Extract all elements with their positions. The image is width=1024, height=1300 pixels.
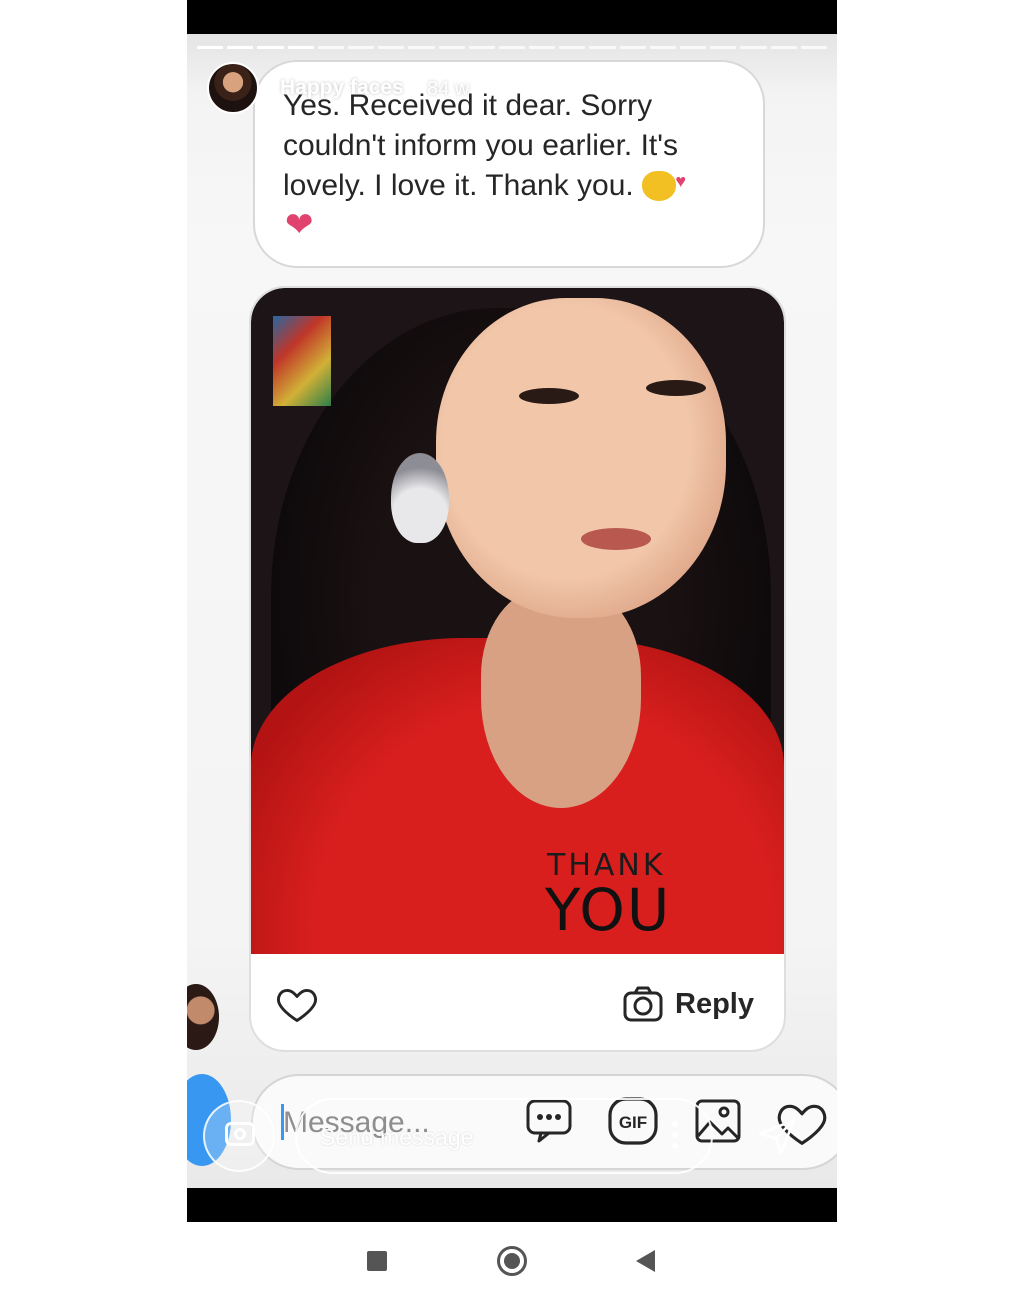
shared-photo[interactable]: THANK YOU — [251, 288, 784, 954]
you-overlay-text: YOU — [545, 876, 672, 944]
camera-icon — [623, 986, 663, 1022]
recents-button[interactable] — [367, 1251, 387, 1271]
story-username[interactable]: Happy faces — [280, 76, 404, 100]
photo-wall-art — [273, 316, 331, 406]
story-viewer[interactable]: Yes. Received it dear. Sorry couldn't in… — [187, 34, 837, 1188]
sender-avatar-small[interactable] — [187, 984, 219, 1050]
send-message-placeholder: Send message — [320, 1124, 474, 1150]
progress-segment — [438, 46, 465, 49]
reply-button[interactable]: Reply — [623, 982, 754, 1026]
progress-segment — [619, 46, 646, 49]
message-text: Yes. Received it dear. Sorry couldn't in… — [283, 86, 743, 206]
story-progress-bar — [197, 46, 827, 49]
story-author-avatar[interactable] — [207, 62, 259, 114]
like-heart-icon[interactable] — [275, 982, 319, 1026]
progress-segment — [559, 46, 586, 49]
progress-segment — [408, 46, 435, 49]
progress-segment — [529, 46, 556, 49]
photo-message-card: THANK YOU Reply — [249, 286, 786, 1052]
status-bar-blackout — [187, 0, 837, 34]
progress-segment — [347, 46, 375, 49]
reply-label: Reply — [675, 987, 754, 1020]
progress-segment — [468, 46, 495, 49]
progress-segment — [317, 46, 344, 49]
photo-earring — [391, 453, 449, 543]
story-reply-camera-button[interactable] — [203, 1100, 275, 1172]
story-timestamp: 84 w — [427, 78, 470, 100]
photo-face — [436, 298, 726, 618]
progress-segment — [649, 46, 676, 49]
bottom-blackout — [187, 1188, 837, 1222]
kissing-face-emoji-icon — [642, 161, 686, 201]
progress-segment — [197, 46, 224, 49]
progress-segment — [800, 46, 827, 49]
send-icon[interactable] — [757, 1116, 797, 1156]
photo-neck — [481, 588, 641, 808]
progress-segment — [257, 46, 284, 49]
photo-left-eye — [519, 388, 579, 404]
camera-icon — [225, 1122, 255, 1146]
progress-segment — [710, 46, 737, 49]
progress-segment — [589, 46, 616, 49]
message-text-content: Yes. Received it dear. Sorry couldn't in… — [283, 89, 678, 202]
red-heart-emoji-icon: ❤ — [285, 206, 314, 244]
home-button[interactable] — [497, 1246, 527, 1276]
progress-segment — [770, 46, 797, 49]
back-button[interactable] — [636, 1250, 655, 1272]
progress-segment — [378, 46, 405, 49]
progress-segment — [287, 46, 314, 49]
progress-segment — [227, 46, 254, 49]
photo-right-eye — [646, 380, 706, 396]
progress-segment — [740, 46, 767, 49]
progress-segment — [498, 46, 526, 49]
photo-lips — [581, 528, 651, 550]
progress-segment — [680, 46, 707, 49]
